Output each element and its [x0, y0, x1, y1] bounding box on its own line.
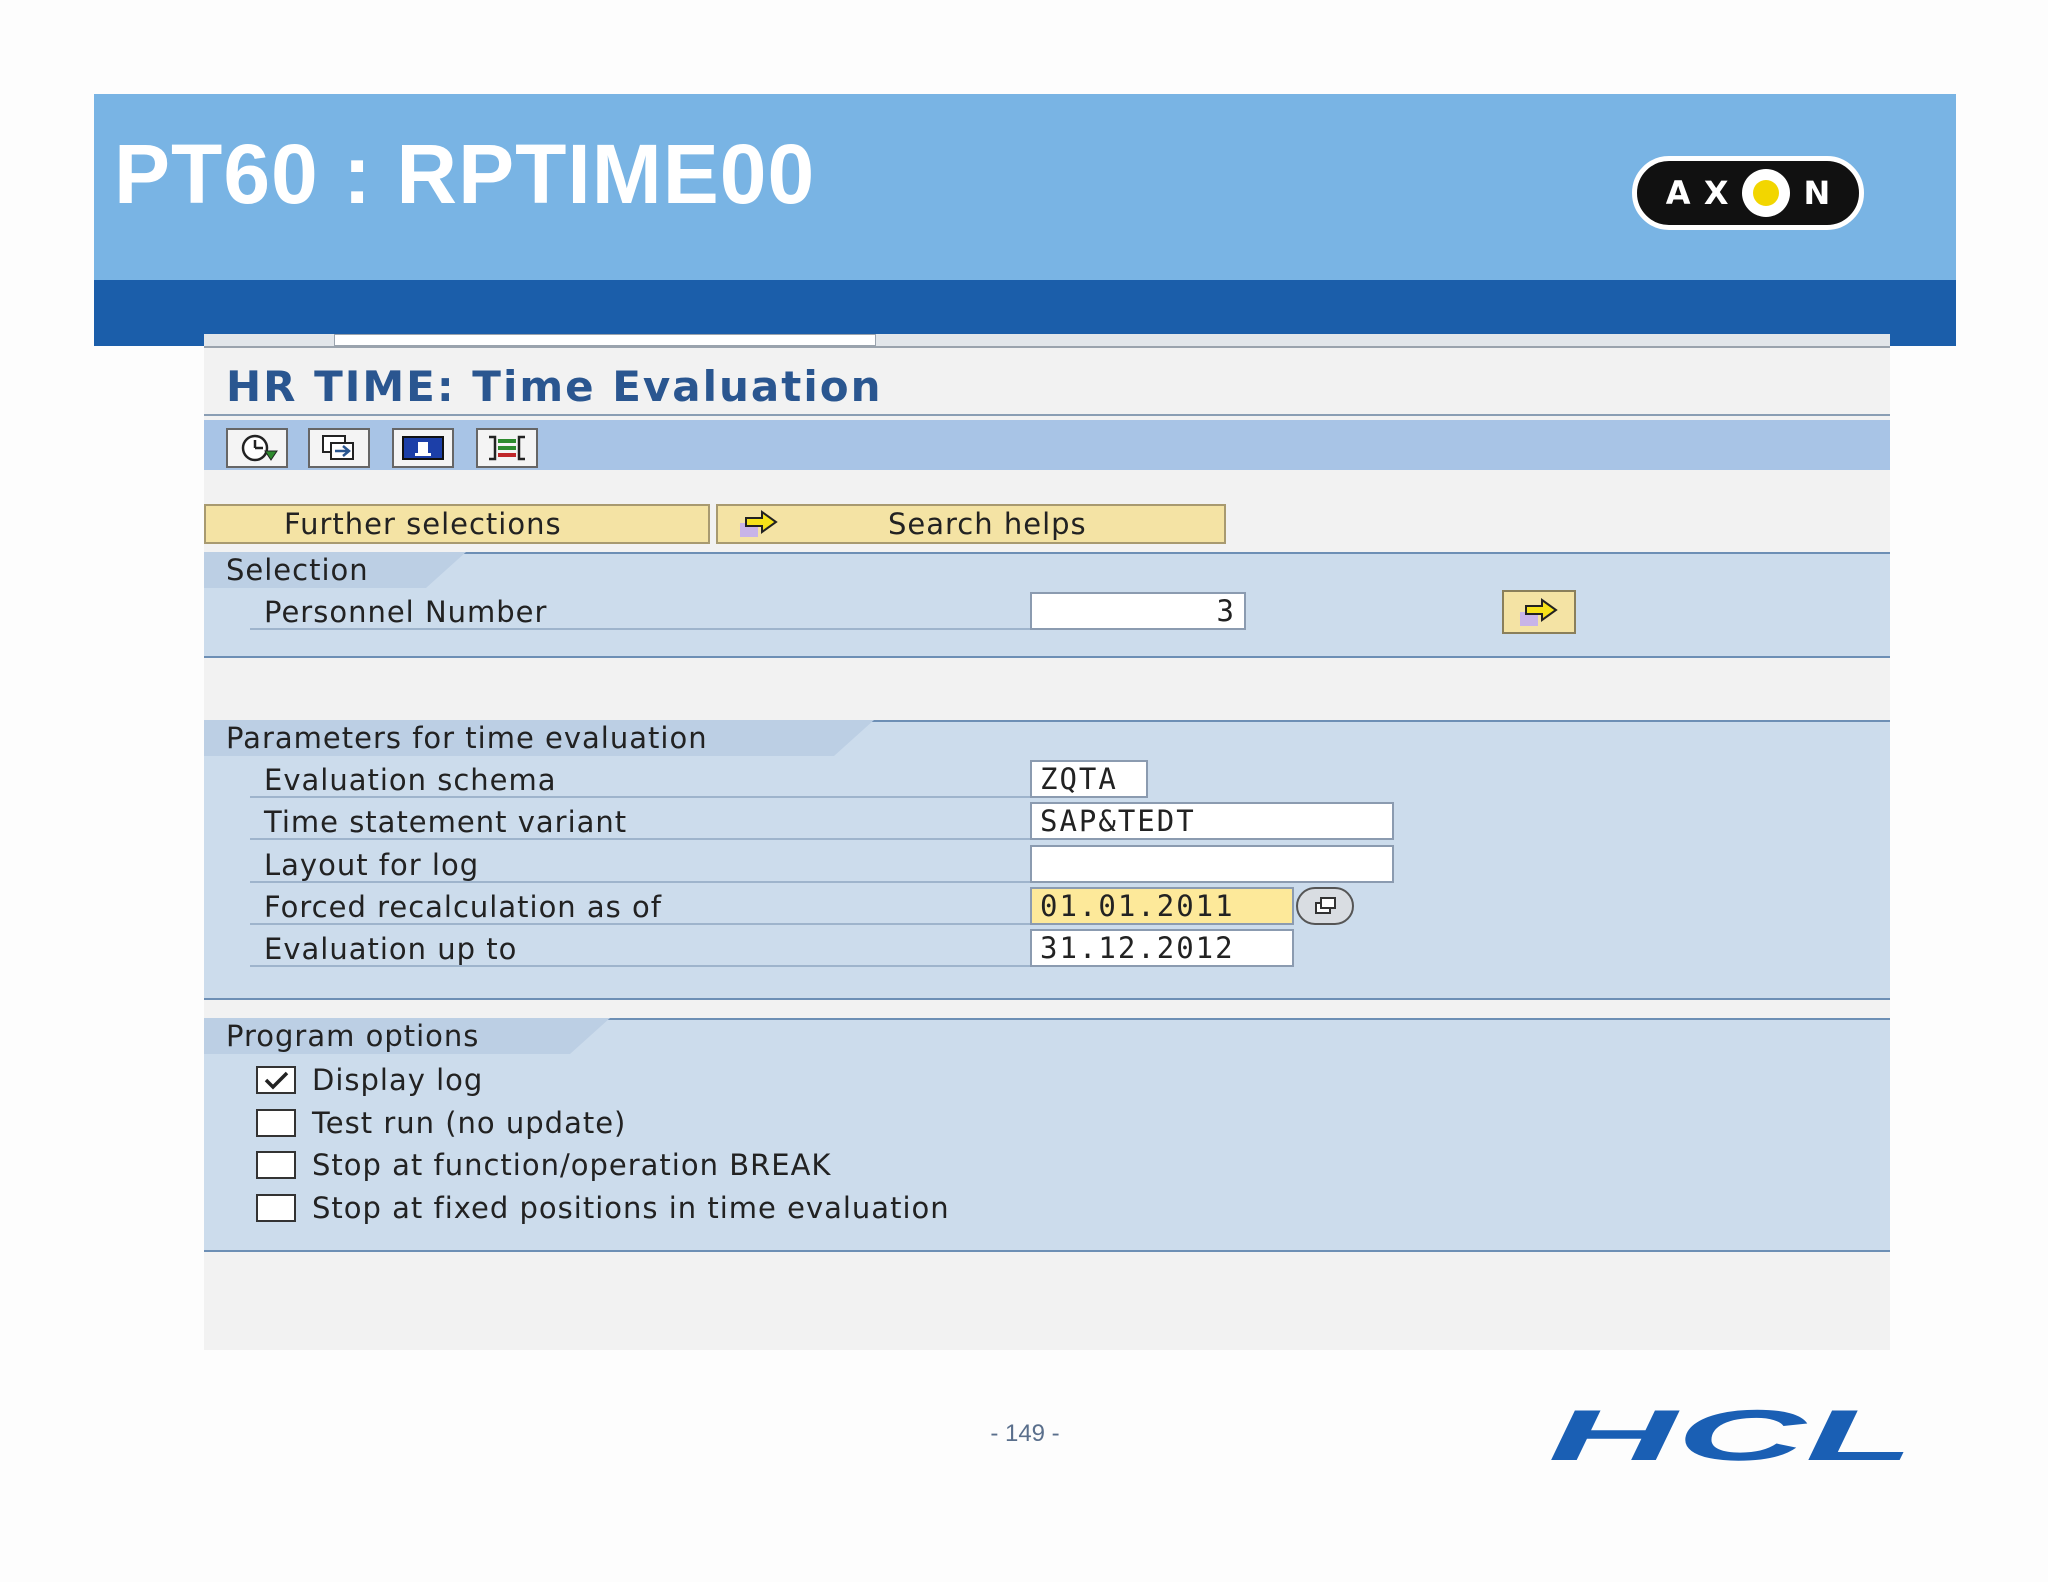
slide-title: PT60 : RPTIME00: [114, 127, 816, 221]
test-run-label: Test run (no update): [312, 1106, 627, 1140]
program-options-frame-title: Program options: [204, 1018, 610, 1054]
axon-letter-x: X: [1703, 174, 1729, 212]
personnel-number-label: Personnel Number: [250, 592, 1030, 630]
evaluation-up-to-label: Evaluation up to: [250, 929, 1030, 967]
parameters-frame-title: Parameters for time evaluation: [204, 720, 874, 756]
command-field[interactable]: [334, 334, 876, 346]
axon-letter-a: A: [1665, 174, 1691, 212]
personnel-number-field[interactable]: 3: [1030, 592, 1246, 630]
display-log-checkbox[interactable]: [256, 1066, 296, 1094]
selection-options-icon[interactable]: [476, 428, 538, 468]
forced-recalculation-field[interactable]: 01.01.2011: [1030, 887, 1294, 925]
layout-for-log-row: Layout for log: [250, 845, 1866, 885]
stop-fixed-positions-label: Stop at fixed positions in time evaluati…: [312, 1191, 950, 1225]
time-statement-variant-row: Time statement variant SAP&TEDT: [250, 802, 1866, 842]
application-toolbar: [204, 420, 1890, 470]
axon-logo: A X N: [1632, 156, 1864, 230]
forced-recalculation-row: Forced recalculation as of 01.01.2011: [250, 887, 1866, 927]
sap-screen: HR TIME: Time Evaluation Further selecti…: [204, 334, 1890, 1350]
selection-frame-title: Selection: [204, 552, 466, 588]
hcl-logo-text: HCL: [1548, 1408, 1914, 1464]
test-run-checkbox[interactable]: [256, 1109, 296, 1137]
layout-for-log-field[interactable]: [1030, 845, 1394, 883]
stop-fixed-positions-checkbox[interactable]: [256, 1194, 296, 1222]
personnel-number-row: Personnel Number 3: [250, 590, 1866, 634]
multiple-selection-button[interactable]: [1502, 590, 1576, 634]
arrow-right-icon: [740, 510, 778, 537]
stop-break-checkbox[interactable]: [256, 1151, 296, 1179]
hcl-logo: HCL: [1548, 1396, 1918, 1476]
evaluation-up-to-row: Evaluation up to 31.12.2012: [250, 929, 1866, 969]
search-helps-button[interactable]: Search helps: [716, 504, 1226, 544]
parameters-frame: Parameters for time evaluation Evaluatio…: [204, 720, 1890, 1000]
axon-o-icon: [1742, 169, 1791, 217]
execute-clock-icon[interactable]: [226, 428, 288, 468]
evaluation-schema-label: Evaluation schema: [250, 760, 1030, 798]
evaluation-schema-field[interactable]: ZQTA: [1030, 760, 1148, 798]
evaluation-up-to-field[interactable]: 31.12.2012: [1030, 929, 1294, 967]
get-variant-icon[interactable]: [308, 428, 370, 468]
page-number: - 149 -: [990, 1420, 1060, 1447]
sap-screen-title: HR TIME: Time Evaluation: [226, 362, 883, 411]
selection-buttons-bar: Further selections Search helps: [204, 504, 1890, 546]
forced-recalculation-label: Forced recalculation as of: [250, 887, 1030, 925]
arrow-right-icon: [1520, 598, 1558, 626]
stop-break-label: Stop at function/operation BREAK: [312, 1148, 832, 1182]
evaluation-schema-row: Evaluation schema ZQTA: [250, 760, 1866, 800]
layout-for-log-label: Layout for log: [250, 845, 1030, 883]
search-helps-label: Search helps: [888, 507, 1087, 541]
time-statement-variant-label: Time statement variant: [250, 802, 1030, 840]
program-options-frame: Program options Display log Test run (no…: [204, 1018, 1890, 1252]
selection-frame: Selection Personnel Number 3: [204, 552, 1890, 658]
info-icon[interactable]: [392, 428, 454, 468]
time-statement-variant-field[interactable]: SAP&TEDT: [1030, 802, 1394, 840]
further-selections-label: Further selections: [284, 507, 562, 541]
checkmark-icon: [264, 1071, 289, 1090]
sap-system-toolbar-fragment: [204, 334, 1890, 348]
axon-letter-n: N: [1803, 174, 1831, 212]
further-selections-button[interactable]: Further selections: [204, 504, 710, 544]
display-log-label: Display log: [312, 1063, 484, 1097]
calendar-help-icon[interactable]: [1296, 887, 1354, 925]
